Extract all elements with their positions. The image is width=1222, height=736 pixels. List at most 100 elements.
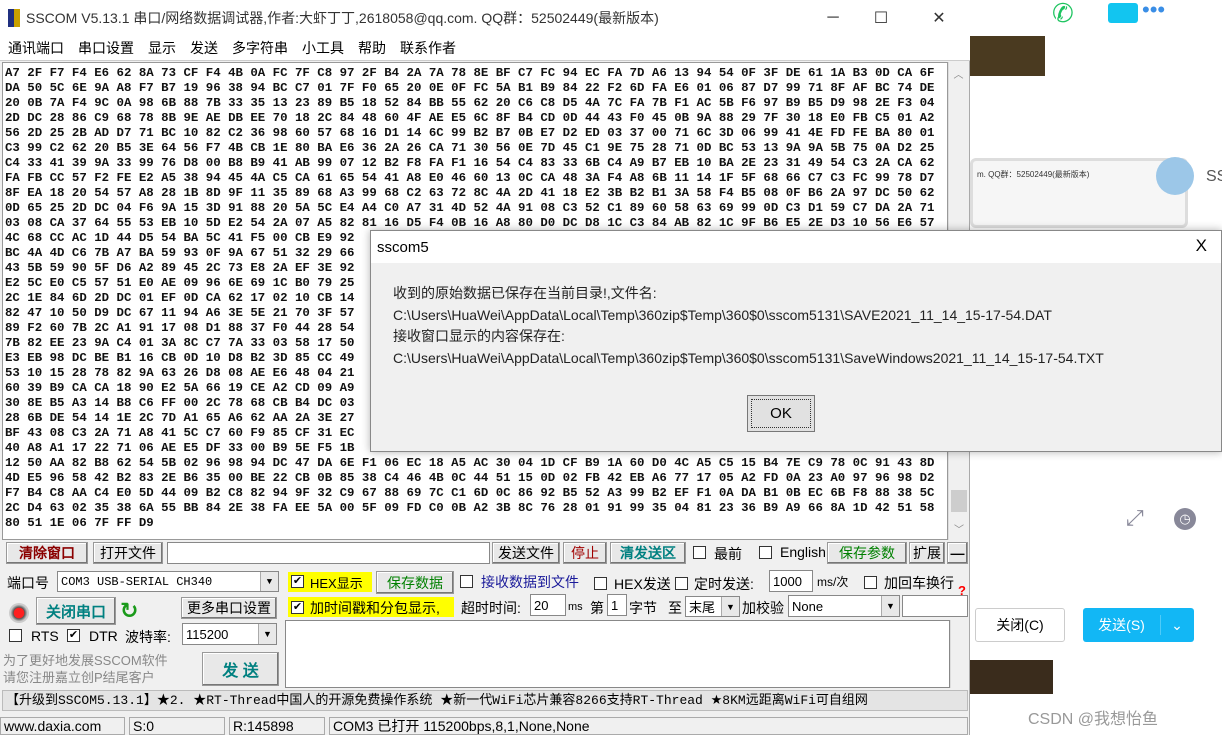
clear-send-button[interactable]: 清发送区 [610, 542, 686, 564]
close-port-button[interactable]: 关闭串口 [36, 597, 116, 625]
topmost-label: 最前 [714, 546, 742, 562]
expand-button[interactable]: 扩展 [909, 542, 945, 564]
checksum-label: 加校验 [742, 600, 784, 616]
dtr-checkbox[interactable]: ✔ [67, 629, 80, 642]
receive-line: 03 08 CA 37 64 55 53 EB 10 5D E2 54 2A 0… [5, 216, 935, 230]
add-crlf-label: 加回车换行 [884, 575, 954, 591]
close-button[interactable]: ✕ [916, 0, 962, 35]
baud-select[interactable]: 115200 ▼ [182, 623, 277, 645]
menu-send[interactable]: 发送 [190, 38, 218, 58]
dialog-title: sscom5 [377, 238, 429, 256]
watermark: CSDN @我想怡鱼 [1028, 711, 1159, 728]
save-data-button[interactable]: 保存数据 [376, 571, 454, 594]
promo-line-2: 请您注册嘉立创P结尾客户 [3, 670, 155, 685]
news-ticker[interactable]: 【升级到SSCOM5.13.1】★2. ★RT-Thread中国人的开源免费操作… [2, 690, 968, 711]
interval-input[interactable]: 1000 [769, 570, 813, 592]
hex-send-checkbox[interactable] [594, 577, 607, 590]
hex-send-label: HEX发送 [614, 576, 671, 592]
avatar[interactable] [1156, 157, 1194, 195]
checksum-select[interactable]: None ▼ [788, 595, 900, 617]
chat-bubble-screenshot[interactable]: m. QQ群：52502449(最新版本) [970, 158, 1188, 228]
port-select[interactable]: COM3 USB-SERIAL CH340 ▼ [57, 571, 279, 592]
byte-label: 字节 [629, 600, 657, 616]
maximize-button[interactable]: ☐ [858, 0, 904, 35]
english-checkbox[interactable] [759, 546, 772, 559]
dialog-txt-path: C:\Users\HuaWei\AppData\Local\Temp\360zi… [393, 349, 1104, 366]
more-icon[interactable]: ••• [1142, 0, 1165, 21]
dialog-dat-path: C:\Users\HuaWei\AppData\Local\Temp\360zi… [393, 306, 1052, 323]
send-input[interactable] [285, 620, 950, 688]
status-website[interactable]: www.daxia.com [0, 717, 125, 735]
more-port-settings-button[interactable]: 更多串口设置 [181, 597, 277, 619]
receive-line: 2D DC 28 86 C9 68 78 8B 9E AE DB EE 70 1… [5, 111, 935, 125]
dialog-close-button[interactable]: X [1196, 236, 1207, 256]
receive-line: 2C D4 63 02 35 38 6A 55 BB 84 2E 38 FA E… [5, 501, 935, 515]
baud-value: 115200 [186, 626, 229, 642]
history-clock-icon[interactable]: ◷ [1174, 508, 1196, 530]
image-thumbnail-2[interactable] [970, 660, 1053, 694]
promo-line-1: 为了更好地发展SSCOM软件 [3, 653, 168, 668]
rts-checkbox[interactable] [9, 629, 22, 642]
image-thumbnail[interactable] [970, 36, 1045, 76]
send-file-button[interactable]: 发送文件 [492, 542, 560, 564]
receive-line: C4 33 41 39 9A 33 99 76 D8 00 B8 B9 41 A… [5, 156, 935, 170]
collapse-button[interactable]: — [947, 542, 968, 564]
port-label: 端口号 [7, 575, 49, 591]
menu-contact[interactable]: 联系作者 [400, 38, 456, 58]
send-button[interactable]: 发 送 [202, 652, 279, 686]
chat-send-button[interactable]: 发送(S) ⌄ [1083, 608, 1194, 642]
status-port: COM3 已打开 115200bps,8,1,None,None [329, 717, 968, 735]
dtr-label: DTR [89, 628, 118, 644]
save-params-button[interactable]: 保存参数 [827, 542, 907, 564]
ok-button[interactable]: OK [747, 395, 815, 432]
window-title: SSCOM V5.13.1 串口/网络数据调试器,作者:大虾丁丁,2618058… [26, 9, 659, 26]
recv-to-file-checkbox[interactable] [460, 575, 473, 588]
phone-call-icon[interactable]: ✆ [1052, 0, 1082, 28]
hex-display-checkbox[interactable]: ✔ [291, 575, 304, 588]
clear-window-button[interactable]: 清除窗口 [6, 542, 88, 564]
timeout-unit: ms [568, 601, 583, 613]
timed-send-checkbox[interactable] [675, 577, 688, 590]
menu-comm-port[interactable]: 通讯端口 [8, 38, 64, 58]
scroll-up-icon[interactable]: ︿ [949, 66, 968, 81]
open-file-button[interactable]: 打开文件 [93, 542, 163, 564]
add-crlf-checkbox[interactable] [864, 576, 877, 589]
to-label: 至 [668, 600, 682, 616]
port-status-led-icon [9, 603, 29, 623]
timestamp-checkbox[interactable]: ✔ [291, 601, 304, 614]
chevron-down-icon[interactable]: ⌄ [1161, 617, 1193, 634]
receive-line: 4D E5 96 58 42 B2 83 2E B6 35 00 BE 22 C… [5, 471, 935, 485]
video-call-icon[interactable] [1108, 3, 1138, 23]
dialog-line-1: 收到的原始数据已保存在当前目录!,文件名: [393, 285, 657, 301]
title-bar: SSCOM V5.13.1 串口/网络数据调试器,作者:大虾丁丁,2618058… [0, 0, 970, 35]
menu-display[interactable]: 显示 [148, 38, 176, 58]
menu-multi-string[interactable]: 多字符串 [232, 38, 288, 58]
menu-port-settings[interactable]: 串口设置 [78, 38, 134, 58]
topmost-checkbox[interactable] [693, 546, 706, 559]
expand-icon[interactable]: ⤢ [1126, 505, 1144, 531]
receive-line: 56 2D 25 2B AD D7 71 BC 10 82 C2 36 98 6… [5, 126, 935, 140]
menu-tools[interactable]: 小工具 [302, 38, 344, 58]
scroll-thumb[interactable] [951, 490, 967, 512]
scroll-down-icon[interactable]: ﹀ [949, 521, 969, 536]
timeout-input[interactable]: 20 [530, 594, 566, 616]
refresh-icon[interactable]: ↻ [120, 598, 138, 624]
receive-line: FA FB CC 57 F2 FE E2 A5 38 94 45 4A C5 C… [5, 171, 935, 185]
recv-to-file-label: 接收数据到文件 [481, 574, 579, 590]
stop-button[interactable]: 停止 [563, 542, 607, 564]
byte-from-input[interactable]: 1 [607, 594, 627, 616]
chevron-down-icon[interactable]: ▼ [260, 572, 278, 591]
send-scrollbar[interactable] [950, 620, 968, 688]
to-select[interactable]: 末尾 ▼ [685, 596, 740, 617]
app-icon [8, 8, 20, 27]
chevron-down-icon[interactable]: ▼ [881, 596, 899, 616]
file-path-input[interactable] [167, 542, 490, 564]
promo-text: 为了更好地发展SSCOM软件 请您注册嘉立创P结尾客户 [3, 652, 168, 686]
interval-unit: ms/次 [817, 575, 849, 589]
chevron-down-icon[interactable]: ▼ [721, 597, 739, 616]
chevron-down-icon[interactable]: ▼ [258, 624, 276, 644]
minimize-button[interactable]: ─ [810, 0, 856, 35]
chat-close-button[interactable]: 关闭(C) [975, 608, 1065, 642]
menu-help[interactable]: 帮助 [358, 38, 386, 58]
to-value: 末尾 [689, 600, 716, 615]
